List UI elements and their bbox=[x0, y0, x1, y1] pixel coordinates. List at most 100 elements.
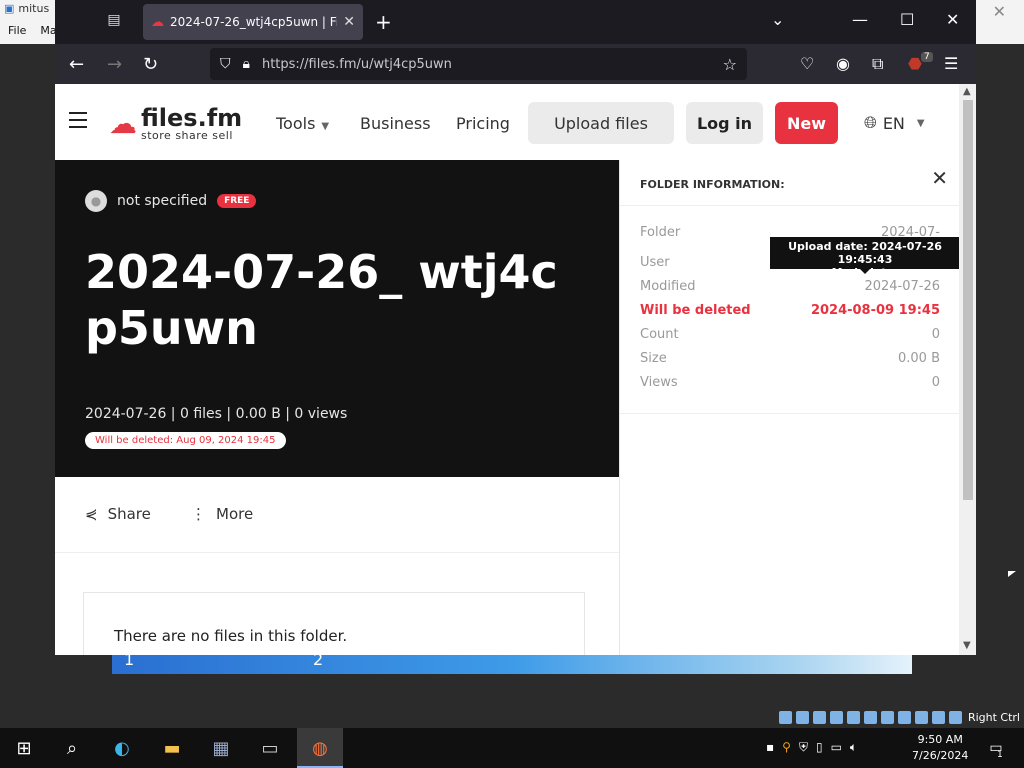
nav-tools-label: Tools bbox=[276, 114, 316, 133]
info-row-count: Count 0 bbox=[640, 327, 940, 342]
upload-files-button[interactable]: Upload files bbox=[528, 102, 674, 144]
menu-icon[interactable]: ☰ bbox=[944, 54, 958, 73]
web-page: ☁ files.fm store share sell Tools ▼ Busin… bbox=[55, 84, 959, 655]
minimize-icon[interactable]: — bbox=[852, 10, 868, 29]
defender-icon[interactable]: ⛨ bbox=[799, 740, 808, 755]
system-tray: ▪ ⚲ ⛨ ▯ ▭ 🔈︎ bbox=[766, 740, 857, 755]
folder-actions: ⋞ Share ⋮ More bbox=[55, 477, 619, 553]
page-scrollbar[interactable]: ▲ ▼ bbox=[959, 84, 976, 655]
control-panel-icon[interactable]: ▦ bbox=[207, 736, 235, 760]
info-row-deletion: Will be deleted 2024-08-09 19:45 bbox=[640, 303, 940, 318]
share-button[interactable]: ⋞ Share bbox=[85, 505, 151, 523]
url-bar[interactable]: ⛉ 🔒︎ https://files.fm/u/wtj4cp5uwn ☆ bbox=[210, 48, 747, 80]
close-tab-icon[interactable]: ✕ bbox=[343, 14, 355, 30]
globe-icon: 🌐︎ bbox=[864, 113, 877, 132]
scroll-up-icon[interactable]: ▲ bbox=[963, 86, 971, 97]
account-icon[interactable]: ◉ bbox=[836, 54, 850, 73]
info-key: Modified bbox=[640, 279, 696, 294]
file-explorer-icon[interactable]: ▬ bbox=[158, 736, 186, 760]
forward-icon[interactable]: → bbox=[107, 54, 122, 75]
shield-icon[interactable]: ⛉ bbox=[220, 56, 231, 72]
chevron-down-icon[interactable]: ⌄ bbox=[771, 10, 784, 29]
chevron-down-icon: ▼ bbox=[916, 117, 925, 129]
tray-search-icon[interactable]: ⚲ bbox=[782, 740, 791, 755]
owner-name: not specified bbox=[117, 193, 208, 209]
bookmark-star-icon[interactable]: ☆ bbox=[723, 55, 737, 74]
maximize-icon[interactable]: ☐ bbox=[900, 10, 914, 29]
host-menu-file[interactable]: File bbox=[8, 24, 26, 37]
tooltip-mod-date: Mod. date: bbox=[831, 266, 899, 279]
notification-icon[interactable]: ▭ bbox=[982, 736, 1010, 760]
info-key: Folder bbox=[640, 225, 681, 240]
hamburger-menu-icon[interactable] bbox=[69, 112, 87, 128]
language-selector[interactable]: 🌐︎ EN ▼ bbox=[864, 113, 925, 133]
scroll-thumb[interactable] bbox=[963, 100, 973, 500]
info-value: 0.00 B bbox=[898, 351, 940, 366]
taskbar-clock[interactable]: 9:50 AM 7/26/2024 bbox=[912, 732, 968, 764]
logo-name: files.fm bbox=[141, 104, 243, 132]
new-tab-icon[interactable]: + bbox=[375, 10, 392, 34]
usb-icon[interactable]: ▯ bbox=[816, 740, 823, 755]
nav-tools[interactable]: Tools ▼ bbox=[276, 114, 329, 133]
app-window-icon[interactable]: ▭ bbox=[256, 736, 284, 760]
vm-status-icon bbox=[897, 710, 911, 724]
info-value: 2024-08-09 19:45 bbox=[810, 303, 940, 318]
vm-status-icon bbox=[914, 710, 928, 724]
host-key-label: Right Ctrl bbox=[967, 710, 1020, 724]
back-icon[interactable]: ← bbox=[69, 54, 84, 75]
logo-tagline: store share sell bbox=[141, 129, 233, 142]
extension-badge: 7 bbox=[921, 52, 933, 62]
pocket-icon[interactable]: ♡ bbox=[800, 54, 814, 73]
tab-title: 2024-07-26_wtj4cp5uwn | Files.f bbox=[170, 15, 337, 29]
host-menu[interactable]: File Ma bbox=[8, 24, 57, 37]
clock-date: 7/26/2024 bbox=[912, 749, 969, 762]
info-value: 0 bbox=[931, 327, 940, 342]
tab-active[interactable]: ☁ 2024-07-26_wtj4cp5uwn | Files.f ✕ bbox=[143, 4, 363, 40]
folder-meta: 2024-07-26 | 0 files | 0.00 B | 0 views bbox=[85, 406, 348, 422]
chevron-down-icon: ▼ bbox=[321, 121, 330, 132]
site-logo[interactable]: ☁ files.fm store share sell bbox=[109, 106, 242, 142]
search-icon[interactable]: ⌕ bbox=[58, 736, 86, 760]
info-key: User bbox=[640, 255, 670, 270]
volume-muted-icon[interactable]: 🔈︎ bbox=[850, 740, 857, 755]
info-row-modified: Modified 2024-07-26 bbox=[640, 279, 940, 294]
close-icon[interactable]: ✕ bbox=[931, 166, 948, 190]
close-window-icon[interactable]: ✕ bbox=[946, 10, 959, 29]
more-vertical-icon: ⋮ bbox=[191, 505, 206, 523]
extensions-icon[interactable]: ⧉ bbox=[872, 54, 883, 74]
ublock-icon[interactable]: ⬣ bbox=[908, 54, 922, 73]
nav-bar: ← → ↻ ⛉ 🔒︎ https://files.fm/u/wtj4cp5uwn… bbox=[55, 44, 976, 84]
reload-icon[interactable]: ↻ bbox=[143, 54, 158, 75]
firefox-icon[interactable]: ◍ bbox=[306, 736, 334, 760]
site-header: ☁ files.fm store share sell Tools ▼ Busin… bbox=[55, 84, 959, 161]
more-button[interactable]: ⋮ More bbox=[191, 505, 253, 523]
panel-title: FOLDER INFORMATION: bbox=[640, 178, 785, 191]
share-label: Share bbox=[107, 505, 151, 523]
file-list: There are no files in this folder. bbox=[83, 592, 585, 655]
vm-status-icon bbox=[846, 710, 860, 724]
host-close-icon[interactable]: ✕ bbox=[993, 2, 1006, 21]
lock-icon[interactable]: 🔒︎ bbox=[243, 56, 250, 72]
network-icon[interactable]: ▭ bbox=[831, 740, 842, 755]
tooltip-upload-date: Upload date: 2024-07-26 19:45:43 bbox=[788, 240, 942, 266]
scroll-down-icon[interactable]: ▼ bbox=[963, 640, 971, 651]
nav-business[interactable]: Business bbox=[360, 114, 431, 133]
url-text[interactable]: https://files.fm/u/wtj4cp5uwn bbox=[262, 57, 723, 72]
tab-bar: ▤ ☁ 2024-07-26_wtj4cp5uwn | Files.f ✕ + … bbox=[55, 0, 976, 44]
mouse-cursor bbox=[1008, 571, 1016, 577]
new-button[interactable]: New bbox=[775, 102, 838, 144]
info-key: Views bbox=[640, 375, 678, 390]
logo-cloud-icon: ☁ bbox=[109, 107, 137, 140]
windows-start-icon[interactable]: ⊞ bbox=[10, 736, 38, 760]
edge-icon[interactable]: ◐ bbox=[108, 736, 136, 760]
host-app-icon: ▣ bbox=[4, 2, 15, 15]
divider bbox=[620, 205, 959, 206]
info-key: Will be deleted bbox=[640, 303, 751, 318]
divider bbox=[620, 413, 959, 414]
tab-list-icon[interactable]: ▤ bbox=[105, 12, 123, 30]
nav-pricing[interactable]: Pricing bbox=[456, 114, 510, 133]
tray-app-icon[interactable]: ▪ bbox=[766, 740, 774, 755]
folder-owner: ● not specified FREE bbox=[85, 190, 257, 212]
login-button[interactable]: Log in bbox=[686, 102, 763, 144]
share-icon: ⋞ bbox=[85, 505, 98, 523]
